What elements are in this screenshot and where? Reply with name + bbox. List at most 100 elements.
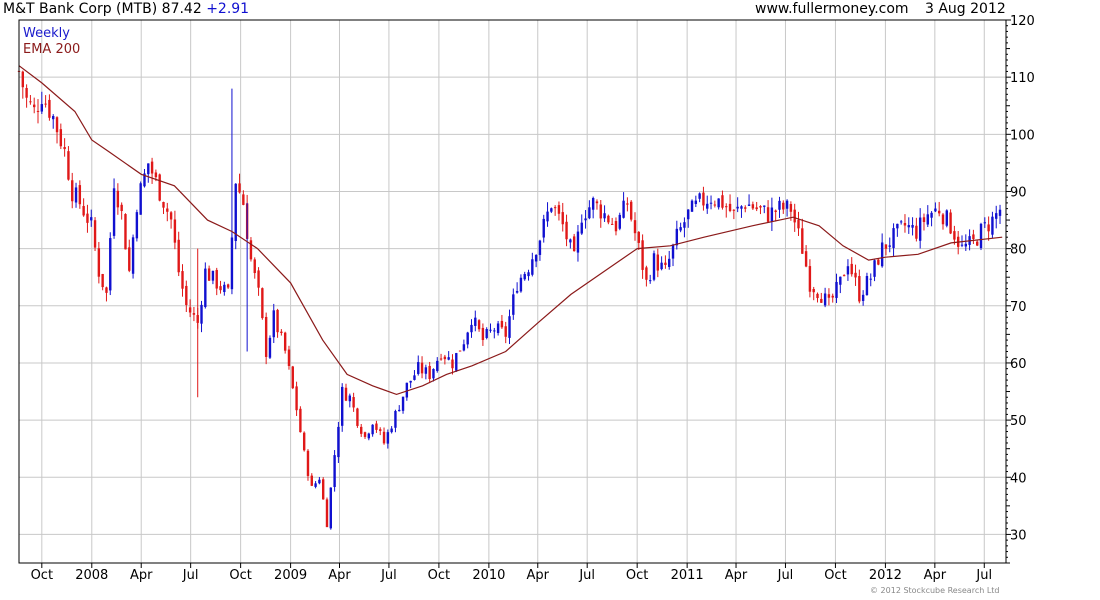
candle-body [515, 291, 519, 293]
candle-body [455, 353, 458, 371]
candle-body [656, 254, 660, 271]
candle-body [979, 223, 983, 249]
candle-body [683, 222, 686, 228]
candle-body [645, 267, 648, 280]
candle-body [348, 395, 352, 402]
candle-body [223, 284, 226, 293]
candle-body [964, 243, 968, 247]
legend: WeeklyEMA 200 [23, 26, 80, 57]
candle-body [664, 262, 667, 265]
candle-body [204, 268, 207, 308]
candle-body [166, 208, 169, 212]
candle-body [409, 380, 412, 383]
candle-body [937, 210, 941, 214]
candle-body [185, 285, 188, 306]
candle-body [458, 350, 462, 352]
candle-body [211, 270, 215, 281]
candle-body [451, 359, 454, 369]
candle-body [949, 212, 952, 234]
candle-body [523, 274, 526, 280]
y-tick-label: 90 [1010, 185, 1027, 200]
candle-body [318, 479, 321, 484]
candle-body [139, 183, 142, 215]
candle-body [614, 221, 618, 232]
y-axis: 30 40 50 60 70 80 90 100 110 120 [1006, 14, 1035, 564]
candle-body [717, 198, 720, 208]
candle-body [401, 396, 405, 411]
candle-body [785, 200, 789, 209]
candle-body [789, 204, 793, 212]
candle-body [858, 276, 861, 302]
candle-body [740, 206, 743, 209]
y-tick-label: 30 [1010, 528, 1027, 543]
candle-body [314, 483, 317, 487]
candle-body [998, 209, 1002, 216]
candle-body [694, 200, 698, 204]
candle-body [489, 329, 492, 331]
candle-body [652, 253, 656, 280]
candle-body [941, 214, 945, 225]
candle-body [386, 432, 390, 444]
x-tick-label: Jul [975, 568, 992, 583]
y-tick-label: 50 [1010, 414, 1027, 429]
ema-line-group [18, 65, 1003, 396]
x-tick-label: Oct [626, 568, 648, 583]
candle-body [835, 281, 838, 298]
candles [17, 69, 1002, 530]
candle-body [607, 215, 610, 223]
candle-body [48, 99, 51, 118]
candle-body [333, 455, 336, 488]
candle-body [291, 366, 294, 389]
candle-body [485, 329, 488, 338]
candle-body [394, 410, 397, 428]
x-axis: Oct 2008 Apr Jul Oct 2009 Apr Jul Oct 2010 Apr Jul O… [31, 563, 992, 583]
candle-body [67, 151, 70, 180]
x-tick-label: Oct [428, 568, 450, 583]
candle-body [922, 217, 926, 223]
y-tick-label: 100 [1010, 128, 1035, 143]
candle-body [55, 117, 59, 133]
candle-body [626, 203, 629, 205]
x-tick-label: Oct [824, 568, 846, 583]
candle-body [550, 208, 553, 212]
candle-body [436, 360, 439, 371]
candle-body [417, 362, 420, 374]
candle-body [820, 298, 823, 303]
candle-body [873, 260, 876, 277]
candle-body [801, 228, 804, 254]
x-tick-label: Oct [229, 568, 251, 583]
candle-body [321, 479, 325, 500]
candle-body [390, 428, 393, 433]
candle-body [272, 310, 275, 338]
candle-body [261, 288, 264, 319]
candle-body [443, 356, 447, 360]
grid [19, 19, 1006, 563]
candle-body [953, 231, 956, 240]
x-tick-label: Jul [182, 568, 199, 583]
candle-body [903, 222, 907, 226]
candle-body [918, 217, 922, 241]
candle-body [823, 293, 827, 306]
candle-body [702, 192, 705, 206]
candle-body [302, 432, 306, 451]
x-tick-label: Jul [777, 568, 794, 583]
price-chart: 30405060708090100110120 Oct 2008 Apr Jul Oct… [17, 14, 1035, 583]
candle-body [782, 202, 785, 210]
candle-body [280, 331, 283, 333]
candle-body [112, 188, 116, 236]
candle-body [877, 259, 880, 265]
candle-body [641, 240, 644, 270]
candle-body [527, 272, 530, 277]
candle-body [306, 450, 310, 476]
candle-body [200, 304, 203, 324]
candle-body [816, 293, 819, 299]
candle-body [59, 129, 63, 147]
candle-body [439, 358, 443, 360]
x-tick-label: Jul [380, 568, 397, 583]
candle-body [747, 204, 751, 206]
candle-body [283, 332, 287, 351]
y-tick-label: 120 [1010, 14, 1035, 29]
y-tick-label: 70 [1010, 300, 1027, 315]
candle-body [44, 103, 47, 105]
candle-body [675, 228, 679, 246]
